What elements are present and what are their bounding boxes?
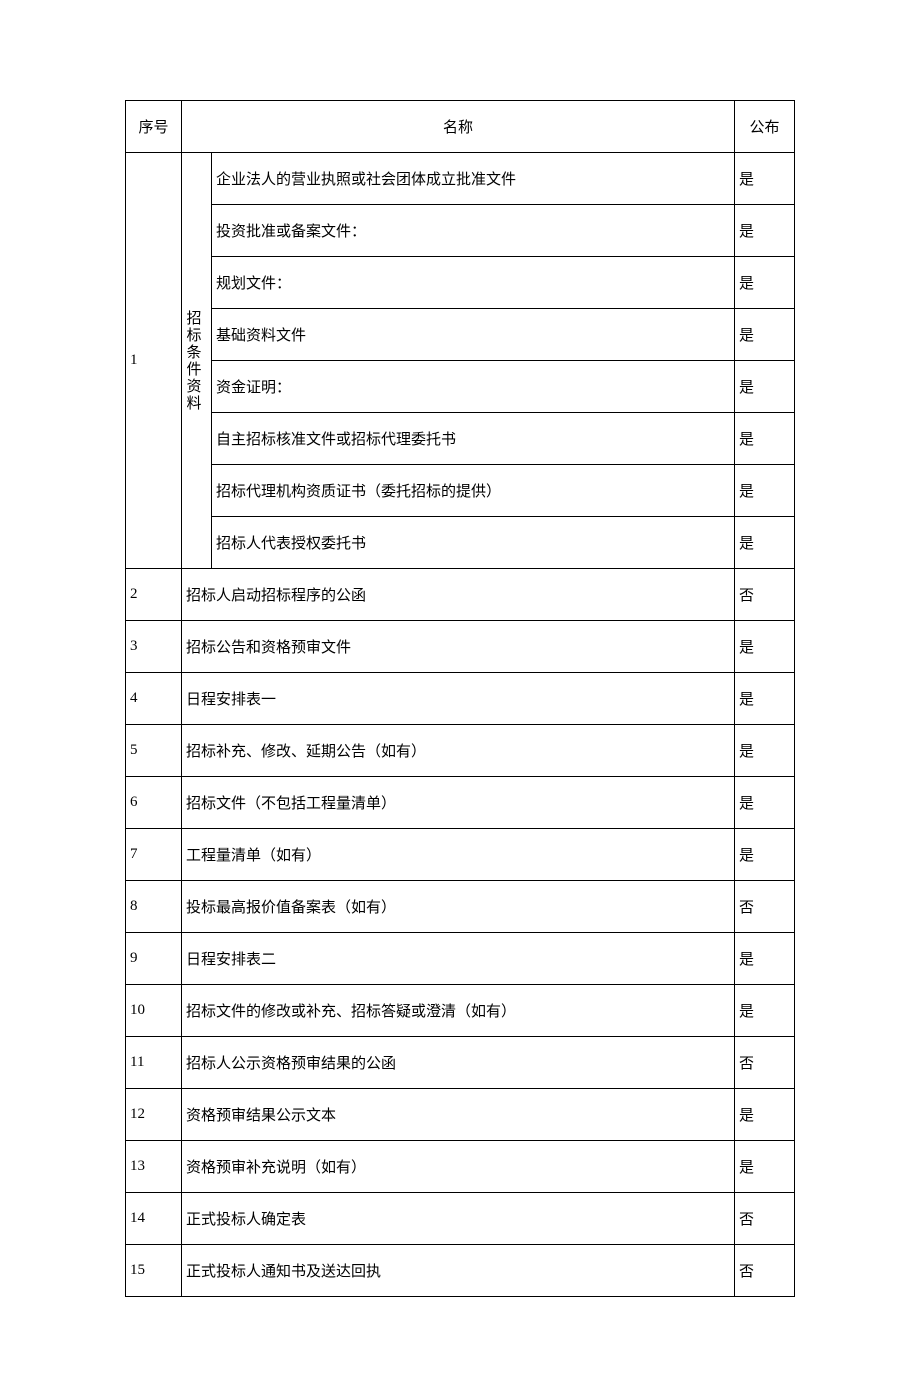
table-row: 2 招标人启动招标程序的公函 否 [126, 569, 795, 621]
table-row: 7 工程量清单（如有） 是 [126, 829, 795, 881]
cell-seq: 3 [126, 621, 182, 673]
cell-name: 招标代理机构资质证书（委托招标的提供） [212, 465, 735, 517]
cell-name: 投标最高报价值备案表（如有） [182, 881, 735, 933]
cell-seq: 12 [126, 1089, 182, 1141]
cell-name: 基础资料文件 [212, 309, 735, 361]
table-row: 13 资格预审补充说明（如有） 是 [126, 1141, 795, 1193]
table-row: 9 日程安排表二 是 [126, 933, 795, 985]
table-row: 14 正式投标人确定表 否 [126, 1193, 795, 1245]
table-row: 招标人代表授权委托书 是 [126, 517, 795, 569]
cell-pub: 否 [735, 1245, 795, 1297]
cell-pub: 是 [735, 985, 795, 1037]
table-row: 1 招标条件资料 企业法人的营业执照或社会团体成立批准文件 是 [126, 153, 795, 205]
table-row: 基础资料文件 是 [126, 309, 795, 361]
cell-seq: 10 [126, 985, 182, 1037]
cell-category: 招标条件资料 [182, 153, 212, 569]
table-row: 资金证明： 是 [126, 361, 795, 413]
category-label: 招标条件资料 [184, 310, 201, 412]
table-row: 3 招标公告和资格预审文件 是 [126, 621, 795, 673]
cell-pub: 是 [735, 725, 795, 777]
bidding-documents-table: 序号 名称 公布 1 招标条件资料 企业法人的营业执照或社会团体成立批准文件 是… [125, 100, 795, 1297]
cell-name: 资格预审结果公示文本 [182, 1089, 735, 1141]
cell-seq: 2 [126, 569, 182, 621]
table-row: 10 招标文件的修改或补充、招标答疑或澄清（如有） 是 [126, 985, 795, 1037]
table-header-row: 序号 名称 公布 [126, 101, 795, 153]
table-row: 招标代理机构资质证书（委托招标的提供） 是 [126, 465, 795, 517]
table-row: 11 招标人公示资格预审结果的公函 否 [126, 1037, 795, 1089]
cell-pub: 是 [735, 673, 795, 725]
cell-pub: 否 [735, 1193, 795, 1245]
cell-pub: 是 [735, 153, 795, 205]
cell-seq: 14 [126, 1193, 182, 1245]
header-name: 名称 [182, 101, 735, 153]
cell-name: 资金证明： [212, 361, 735, 413]
cell-name: 招标公告和资格预审文件 [182, 621, 735, 673]
cell-pub: 是 [735, 517, 795, 569]
cell-name: 投资批准或备案文件： [212, 205, 735, 257]
cell-pub: 是 [735, 465, 795, 517]
cell-seq: 4 [126, 673, 182, 725]
cell-name: 自主招标核准文件或招标代理委托书 [212, 413, 735, 465]
cell-pub: 否 [735, 569, 795, 621]
table-row: 12 资格预审结果公示文本 是 [126, 1089, 795, 1141]
cell-seq: 5 [126, 725, 182, 777]
cell-name: 正式投标人通知书及送达回执 [182, 1245, 735, 1297]
cell-pub: 是 [735, 309, 795, 361]
cell-pub: 否 [735, 1037, 795, 1089]
cell-name: 招标补充、修改、延期公告（如有） [182, 725, 735, 777]
cell-pub: 是 [735, 1141, 795, 1193]
table-row: 自主招标核准文件或招标代理委托书 是 [126, 413, 795, 465]
table-row: 8 投标最高报价值备案表（如有） 否 [126, 881, 795, 933]
cell-pub: 是 [735, 413, 795, 465]
cell-name: 日程安排表一 [182, 673, 735, 725]
cell-pub: 是 [735, 621, 795, 673]
header-seq: 序号 [126, 101, 182, 153]
cell-name: 招标文件（不包括工程量清单） [182, 777, 735, 829]
cell-seq: 15 [126, 1245, 182, 1297]
cell-seq: 6 [126, 777, 182, 829]
cell-seq: 11 [126, 1037, 182, 1089]
cell-seq: 9 [126, 933, 182, 985]
cell-seq: 1 [126, 153, 182, 569]
cell-name: 招标文件的修改或补充、招标答疑或澄清（如有） [182, 985, 735, 1037]
cell-pub: 是 [735, 1089, 795, 1141]
table-row: 投资批准或备案文件： 是 [126, 205, 795, 257]
cell-name: 正式投标人确定表 [182, 1193, 735, 1245]
table-row: 4 日程安排表一 是 [126, 673, 795, 725]
cell-name: 工程量清单（如有） [182, 829, 735, 881]
cell-pub: 是 [735, 205, 795, 257]
cell-seq: 7 [126, 829, 182, 881]
cell-name: 日程安排表二 [182, 933, 735, 985]
cell-pub: 是 [735, 361, 795, 413]
header-pub: 公布 [735, 101, 795, 153]
cell-pub: 是 [735, 829, 795, 881]
cell-pub: 是 [735, 933, 795, 985]
table-row: 5 招标补充、修改、延期公告（如有） 是 [126, 725, 795, 777]
cell-name: 招标人公示资格预审结果的公函 [182, 1037, 735, 1089]
cell-name: 招标人启动招标程序的公函 [182, 569, 735, 621]
cell-name: 企业法人的营业执照或社会团体成立批准文件 [212, 153, 735, 205]
cell-seq: 13 [126, 1141, 182, 1193]
cell-name: 规划文件： [212, 257, 735, 309]
table-row: 6 招标文件（不包括工程量清单） 是 [126, 777, 795, 829]
table-row: 规划文件： 是 [126, 257, 795, 309]
cell-name: 资格预审补充说明（如有） [182, 1141, 735, 1193]
table-row: 15 正式投标人通知书及送达回执 否 [126, 1245, 795, 1297]
cell-name: 招标人代表授权委托书 [212, 517, 735, 569]
cell-pub: 是 [735, 257, 795, 309]
cell-pub: 否 [735, 881, 795, 933]
cell-seq: 8 [126, 881, 182, 933]
cell-pub: 是 [735, 777, 795, 829]
